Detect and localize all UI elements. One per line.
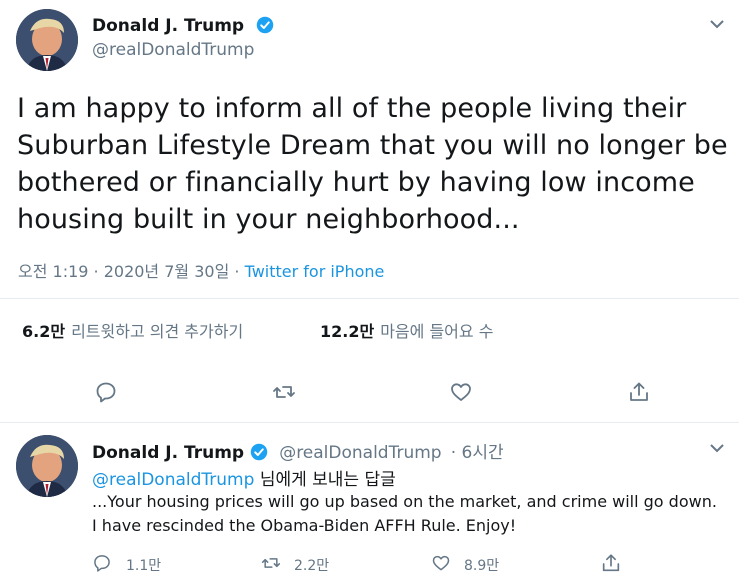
replying-to-handle-link[interactable]: @realDonaldTrump xyxy=(92,470,254,490)
divider xyxy=(0,422,739,423)
retweets-count: 6.2만 xyxy=(22,322,66,341)
reply-share-icon[interactable] xyxy=(600,552,622,578)
author-name-text[interactable]: Donald J. Trump xyxy=(92,16,244,36)
share-icon[interactable] xyxy=(627,380,651,408)
reply-time[interactable]: · 6시간 xyxy=(451,443,504,463)
reply-reply-count: 1.1만 xyxy=(126,558,162,574)
reply-like-count: 8.9만 xyxy=(464,558,500,574)
reply-retweet-action[interactable]: 2.2만 xyxy=(260,553,329,577)
author-handle[interactable]: @realDonaldTrump xyxy=(92,40,254,60)
like-icon xyxy=(430,553,452,577)
divider xyxy=(0,298,739,299)
like-icon[interactable] xyxy=(449,380,473,408)
tweet-text: I am happy to inform all of the people l… xyxy=(17,93,728,235)
tweet-source-link[interactable]: Twitter for iPhone xyxy=(245,262,385,281)
reply-tweet-text: ...Your housing prices will go up based … xyxy=(92,492,717,535)
retweet-icon xyxy=(260,553,282,577)
reply-author-name[interactable]: Donald J. Trump xyxy=(92,443,244,463)
reply-like-action[interactable]: 8.9만 xyxy=(430,553,499,577)
chevron-down-icon[interactable] xyxy=(708,15,726,37)
reply-author-avatar[interactable] xyxy=(16,435,78,497)
tweet-timestamp[interactable]: 오전 1:19 · 2020년 7월 30일 · xyxy=(18,262,245,281)
likes-count: 12.2만 xyxy=(320,322,375,341)
reply-icon xyxy=(92,553,112,577)
tweet-metadata: 오전 1:19 · 2020년 7월 30일 · Twitter for iPh… xyxy=(18,258,384,282)
reply-retweet-count: 2.2만 xyxy=(294,558,330,574)
reply-icon[interactable] xyxy=(94,380,118,408)
replying-to: @realDonaldTrump 님에게 보내는 답글 xyxy=(92,465,396,490)
retweets-stat[interactable]: 6.2만 리트윗하고 의견 추가하기 xyxy=(22,318,243,342)
author-avatar[interactable] xyxy=(16,9,78,71)
verified-badge-icon xyxy=(250,443,268,465)
replying-to-suffix: 님에게 보내는 답글 xyxy=(254,470,396,490)
reply-author-handle[interactable]: @realDonaldTrump xyxy=(279,443,441,463)
verified-badge-icon xyxy=(256,16,274,39)
retweet-icon[interactable] xyxy=(272,380,296,408)
likes-stat[interactable]: 12.2만 마음에 들어요 수 xyxy=(320,318,493,342)
reply-chevron-down-icon[interactable] xyxy=(708,439,726,461)
reply-reply-action[interactable]: 1.1만 xyxy=(92,553,161,577)
retweets-label: 리트윗하고 의견 추가하기 xyxy=(71,322,244,341)
reply-header: Donald J. Trump @realDonaldTrump · 6시간 xyxy=(92,438,504,465)
author-name[interactable]: Donald J. Trump xyxy=(92,16,274,39)
likes-label: 마음에 들어요 수 xyxy=(380,322,494,341)
